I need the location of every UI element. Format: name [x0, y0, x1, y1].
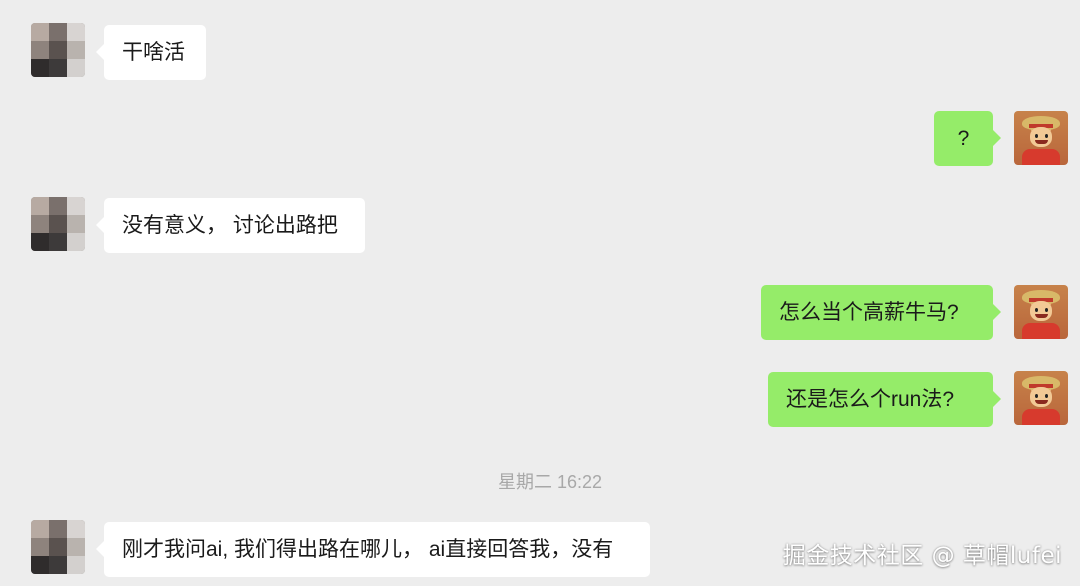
message-text: 怎么当个高薪牛马?: [779, 301, 959, 324]
message-text: 干啥活: [122, 41, 185, 64]
message-bubble-outgoing[interactable]: 还是怎么个run法?: [768, 372, 1001, 427]
message-text: 没有意义， 讨论出路把: [122, 214, 338, 237]
message-bubble-incoming[interactable]: 刚才我问ai, 我们得出路在哪儿， ai直接回答我，没有: [96, 522, 650, 577]
my-avatar-icon[interactable]: [1014, 111, 1068, 165]
message-bubble-incoming[interactable]: 没有意义， 讨论出路把: [96, 198, 365, 253]
contact-avatar-icon[interactable]: [31, 520, 85, 574]
timestamp-divider: 星期二 16:22: [497, 472, 603, 492]
chat-view: 干啥活 ? 没有意义， 讨论出路把 怎么当个高薪牛马? 还是怎么个run法? 星…: [0, 0, 1080, 586]
message-bubble-incoming[interactable]: 干啥活: [96, 25, 206, 80]
contact-avatar-icon[interactable]: [31, 197, 85, 251]
watermark-text: 掘金技术社区 @ 草帽lufei: [782, 543, 1062, 569]
my-avatar-icon[interactable]: [1014, 371, 1068, 425]
message-text: 还是怎么个run法?: [786, 388, 955, 411]
contact-avatar-icon[interactable]: [31, 23, 85, 77]
message-text: ?: [957, 127, 970, 150]
my-avatar-icon[interactable]: [1014, 285, 1068, 339]
message-bubble-outgoing[interactable]: ?: [934, 111, 1001, 166]
message-text: 刚才我问ai, 我们得出路在哪儿， ai直接回答我，没有: [122, 538, 614, 561]
message-bubble-outgoing[interactable]: 怎么当个高薪牛马?: [761, 285, 1001, 340]
